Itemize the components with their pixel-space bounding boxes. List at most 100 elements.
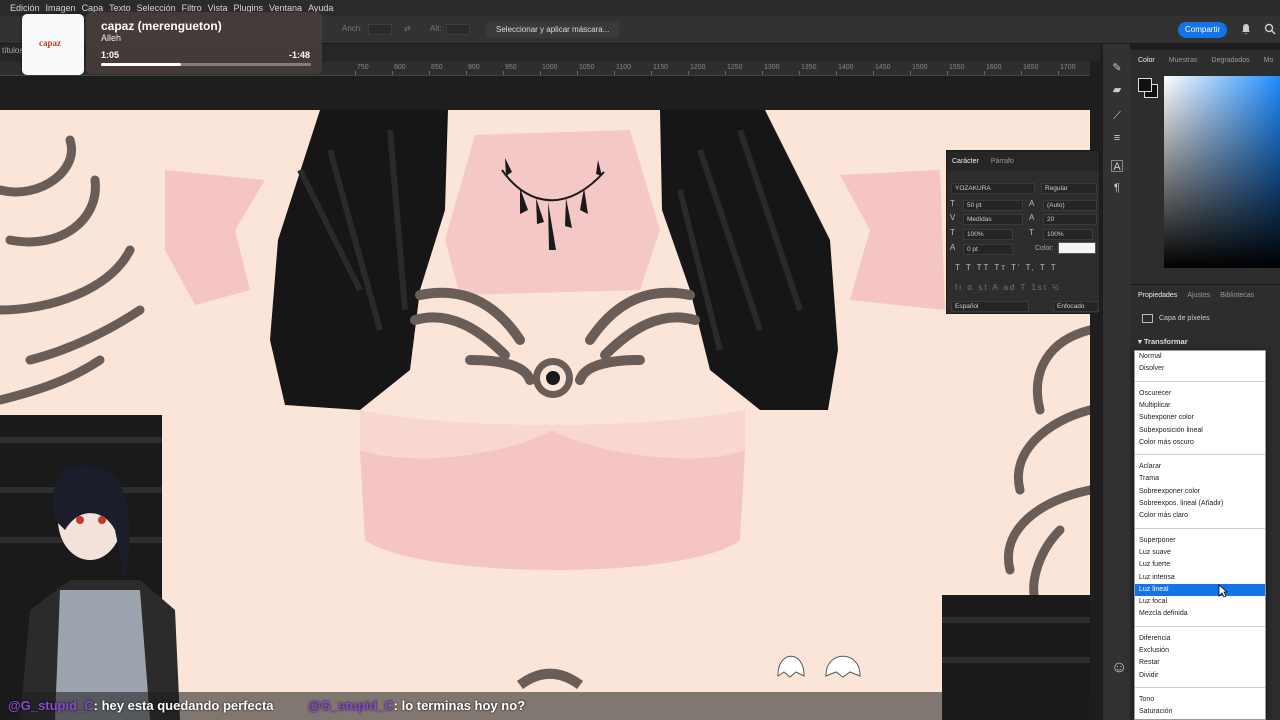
blend-separator: [1135, 625, 1265, 627]
blend-mode-item[interactable]: Mezcla definida: [1135, 608, 1265, 620]
track-title: capaz (merengueton): [101, 19, 222, 33]
blend-mode-item[interactable]: Luz fuerte: [1135, 559, 1265, 571]
tab-adjustments[interactable]: Ajustes: [1187, 292, 1210, 299]
character-panel: Carácter Párrafo YOZAKURA Regular T 50 p…: [946, 150, 1100, 314]
height-input[interactable]: [446, 24, 470, 35]
typo-style-buttons[interactable]: T T TT Tт T' T, T T: [955, 263, 1058, 272]
ruler-label: 1400: [838, 64, 854, 71]
ruler-label: 950: [505, 64, 517, 71]
panel-tool-strip: ✎ ▰ ⟋ ≡ A ¶ ☺: [1102, 44, 1130, 720]
font-style-select[interactable]: Regular: [1041, 183, 1097, 194]
antialias-select[interactable]: Enfocado: [1053, 301, 1099, 312]
ruler-label: 1650: [1023, 64, 1039, 71]
blend-mode-item[interactable]: Sobreexponer color: [1135, 486, 1265, 498]
horizontal-scale-field[interactable]: 100%: [1043, 229, 1093, 240]
tab-character[interactable]: Carácter: [952, 158, 979, 165]
tracking-field[interactable]: 20: [1043, 214, 1097, 225]
language-select[interactable]: Español: [951, 301, 1029, 312]
blend-mode-item[interactable]: Luz suave: [1135, 547, 1265, 559]
tab-properties[interactable]: Propiedades: [1138, 292, 1177, 299]
tab-paragraph[interactable]: Párrafo: [991, 158, 1014, 165]
width-label: Anch:: [342, 24, 363, 33]
blend-mode-dropdown[interactable]: Normal Disolver Oscurecer Multiplicar Subexp…: [1134, 350, 1266, 720]
blend-mode-item[interactable]: Diferencia: [1135, 633, 1265, 645]
swap-icon[interactable]: ⇄: [404, 24, 411, 33]
kerning-field[interactable]: Medidas: [963, 214, 1023, 225]
tab-swatches[interactable]: Muestras: [1169, 57, 1198, 64]
menu-item-1[interactable]: Imagen: [46, 3, 82, 13]
blend-mode-item[interactable]: Disolver: [1135, 363, 1265, 375]
tab-color[interactable]: Color: [1138, 57, 1155, 64]
foreground-background-swatches[interactable]: [1138, 78, 1160, 100]
width-input[interactable]: [368, 24, 392, 35]
menu-item-0[interactable]: Edición: [10, 3, 46, 13]
ghost-icon: ☺: [1111, 659, 1128, 676]
text-color-swatch[interactable]: [1058, 242, 1096, 254]
select-and-mask-button[interactable]: Seleccionar y aplicar máscara...: [486, 22, 620, 38]
blend-mode-item[interactable]: Saturación: [1135, 706, 1265, 718]
blend-mode-item[interactable]: Superponer: [1135, 535, 1265, 547]
blend-mode-item[interactable]: Dividir: [1135, 670, 1265, 682]
blend-mode-item[interactable]: Oscurecer: [1135, 388, 1265, 400]
blend-mode-item[interactable]: Trama: [1135, 473, 1265, 485]
brush-icon[interactable]: ⟋: [1111, 110, 1123, 122]
blend-mode-item[interactable]: Luz lineal: [1135, 583, 1265, 596]
brush-settings-icon[interactable]: ✎: [1111, 62, 1123, 74]
ruler-label: 1050: [579, 64, 595, 71]
tab-more[interactable]: Mo: [1264, 57, 1274, 64]
kerning-icon: V: [950, 213, 956, 222]
blend-mode-item[interactable]: Subexposición lineal: [1135, 425, 1265, 437]
ruler-label: 800: [394, 64, 406, 71]
blend-mode-item[interactable]: Sobreexpos. lineal (Añadir): [1135, 498, 1265, 510]
mouse-cursor-icon: [1218, 584, 1228, 598]
progress-bar[interactable]: [101, 63, 311, 66]
blend-mode-item[interactable]: Subexponer color: [1135, 412, 1265, 424]
font-family-select[interactable]: YOZAKURA: [951, 183, 1035, 194]
ruler-tick: [947, 71, 948, 75]
adjust-icon[interactable]: ≡: [1111, 132, 1123, 144]
search-icon[interactable]: [1264, 23, 1276, 35]
blend-mode-item[interactable]: Multiplicar: [1135, 400, 1265, 412]
blend-mode-item[interactable]: Color más oscuro: [1135, 437, 1265, 449]
layer-type-label: Capa de píxeles: [1159, 315, 1210, 322]
progress-fill: [101, 63, 181, 66]
bell-icon[interactable]: [1240, 23, 1252, 35]
leading-field[interactable]: (Auto): [1043, 200, 1097, 211]
ruler-label: 850: [431, 64, 443, 71]
tracking-icon: A: [1029, 213, 1035, 222]
baseline-icon: A: [950, 243, 956, 252]
opentype-buttons[interactable]: fi σ st A ad T 1st ½: [955, 283, 1061, 292]
blend-mode-item[interactable]: Aclarar: [1135, 461, 1265, 473]
vertical-scale-field[interactable]: 100%: [963, 229, 1013, 240]
comment-icon[interactable]: ▰: [1111, 84, 1123, 96]
ruler-tick: [392, 71, 393, 75]
blend-mode-item[interactable]: Luz intensa: [1135, 572, 1265, 584]
blend-mode-item[interactable]: Tono: [1135, 694, 1265, 706]
share-button[interactable]: Compartir: [1178, 22, 1228, 38]
document-canvas[interactable]: [0, 110, 1090, 720]
font-size-field[interactable]: 50 pt: [963, 200, 1023, 211]
blend-mode-item[interactable]: Exclusión: [1135, 645, 1265, 657]
properties-panel-tabs: Propiedades Ajustes Bibliotecas: [1130, 285, 1280, 305]
blend-mode-item[interactable]: Luz focal: [1135, 596, 1265, 608]
blend-mode-item[interactable]: Normal: [1135, 351, 1265, 363]
blend-mode-item[interactable]: Restar: [1135, 657, 1265, 669]
track-artist: Alleh: [101, 33, 122, 43]
transform-section-header[interactable]: ▾ Transformar: [1138, 337, 1188, 346]
baseline-field[interactable]: 0 pt: [963, 244, 1013, 255]
layer-type-row: Capa de píxeles: [1142, 314, 1210, 323]
character-icon[interactable]: A: [1111, 160, 1123, 173]
tab-gradients[interactable]: Degradados: [1212, 57, 1250, 64]
ruler-label: 1700: [1060, 64, 1076, 71]
color-picker-field[interactable]: [1164, 76, 1280, 268]
album-art[interactable]: capaz: [22, 14, 84, 75]
blend-mode-item[interactable]: Color más claro: [1135, 510, 1265, 522]
music-widget[interactable]: capaz (merengueton) Alleh 1:05 -1:48: [86, 12, 322, 74]
canvas-pasteboard: [0, 76, 1090, 110]
texture-artwork: [0, 110, 1090, 720]
paragraph-icon[interactable]: ¶: [1111, 182, 1123, 194]
tab-libraries[interactable]: Bibliotecas: [1220, 292, 1254, 299]
document-tab[interactable]: títulos: [0, 46, 23, 55]
foreground-color-swatch[interactable]: [1138, 78, 1152, 92]
height-label: Alt:: [430, 24, 442, 33]
